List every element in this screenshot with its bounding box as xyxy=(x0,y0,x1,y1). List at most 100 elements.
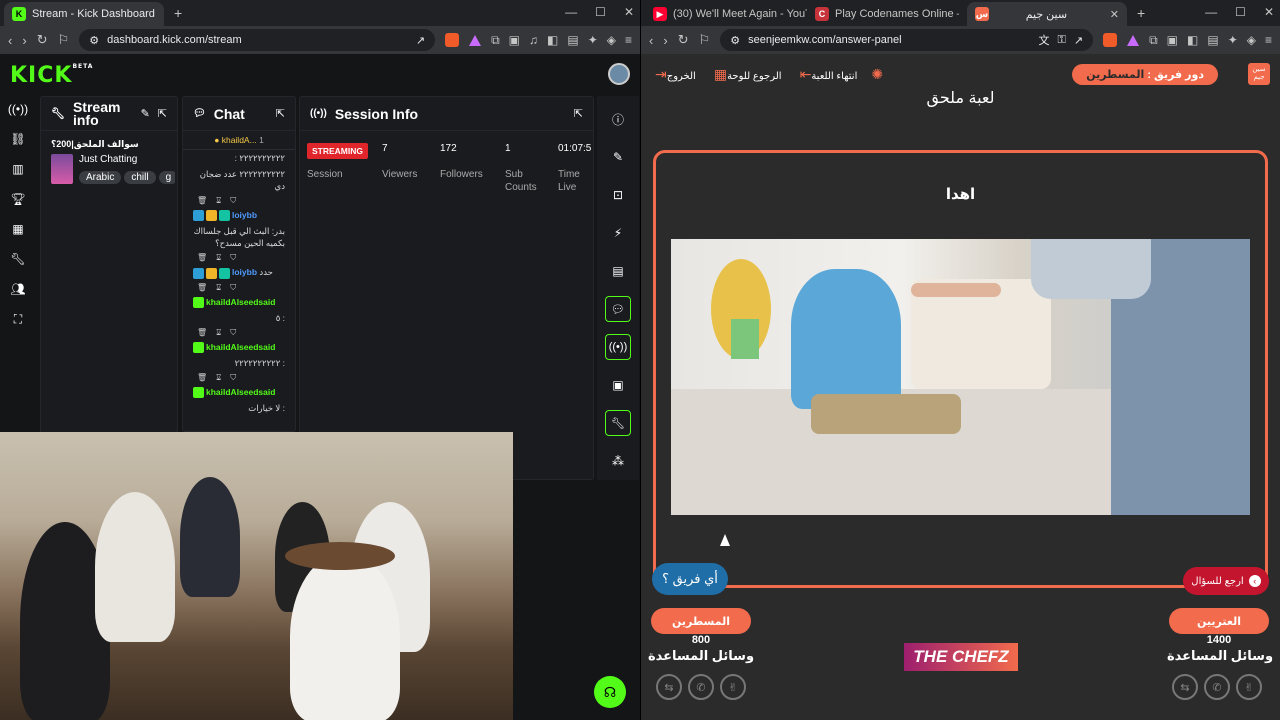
minimize-icon[interactable]: — xyxy=(1205,5,1217,19)
brave-rewards-icon[interactable] xyxy=(1127,34,1140,46)
chat-username[interactable]: khaildAlseedsaid xyxy=(206,387,275,397)
chat-username[interactable]: loiybb xyxy=(232,210,257,220)
end-game-button[interactable]: ⇤انتهاء اللعبة xyxy=(796,66,858,83)
timer-icon[interactable]: ✺ xyxy=(871,66,883,83)
share-icon[interactable]: ↗ xyxy=(1074,34,1083,47)
seenjeem-logo[interactable]: سين جيم xyxy=(1248,63,1270,85)
address-bar[interactable]: ⚙ dashboard.kick.com/stream ↗ xyxy=(79,29,436,51)
tab-seenjeem[interactable]: س سين جيم ✕ xyxy=(967,2,1127,26)
hand-icon[interactable]: ✌ xyxy=(720,674,746,700)
share-icon[interactable]: ↗ xyxy=(416,34,425,47)
link-icon[interactable]: ⛓ xyxy=(10,132,25,146)
close-window-icon[interactable]: ✕ xyxy=(1264,5,1274,19)
reload-icon[interactable]: ↻ xyxy=(678,32,689,48)
timeout-icon[interactable]: ⌛︎ xyxy=(216,253,221,263)
team-b-button[interactable]: العتريين xyxy=(1169,608,1269,634)
media-icon[interactable]: ♫ xyxy=(529,33,538,48)
timeout-icon[interactable]: ⌛︎ xyxy=(216,373,221,383)
back-icon[interactable]: ‹ xyxy=(649,33,653,48)
brave-rewards-icon[interactable] xyxy=(469,34,482,46)
ban-icon[interactable]: ⛉ xyxy=(230,283,236,293)
bookmark-icon[interactable]: ⚐ xyxy=(58,32,70,48)
chat-username[interactable]: khaildAlseedsaid xyxy=(206,342,275,352)
timeout-icon[interactable]: ⌛︎ xyxy=(216,328,221,338)
menu-icon[interactable]: ≡ xyxy=(1265,33,1272,48)
tab-codenames[interactable]: C Play Codenames Online – Free Brows xyxy=(807,2,967,26)
bookmark-icon[interactable]: ⚐ xyxy=(699,32,711,48)
extensions-icon[interactable]: ⧉ xyxy=(1149,33,1158,48)
forward-icon[interactable]: › xyxy=(22,33,26,48)
brave-shields-icon[interactable] xyxy=(1103,33,1118,47)
lightning-icon[interactable]: ⚡︎ xyxy=(605,220,631,246)
ban-icon[interactable]: ⛉ xyxy=(230,373,236,383)
ban-icon[interactable]: ⛉ xyxy=(230,253,236,263)
leo-icon[interactable]: ✦ xyxy=(1228,33,1238,48)
screenshot-icon[interactable]: ▣ xyxy=(1167,33,1178,48)
close-tab-icon[interactable]: ✕ xyxy=(1104,8,1119,21)
close-window-icon[interactable]: ✕ xyxy=(624,5,634,19)
exit-button[interactable]: ⇥الخروج xyxy=(651,66,696,83)
sidebar-icon[interactable]: ◧ xyxy=(547,33,558,48)
pencil-icon[interactable]: ✎ xyxy=(605,144,631,170)
brave-shields-icon[interactable] xyxy=(445,33,460,47)
creator-icon[interactable]: ⛶ xyxy=(14,312,22,327)
edit-icon[interactable]: ✎ xyxy=(141,107,150,120)
site-info-icon[interactable]: ⚙ xyxy=(730,34,740,47)
close-tab-icon[interactable]: ✕ xyxy=(161,8,164,21)
chat-toggle-icon[interactable]: 💬︎ xyxy=(605,296,631,322)
swap-icon[interactable]: ⇆ xyxy=(1172,674,1198,700)
vpn-icon[interactable]: ◈ xyxy=(1247,33,1256,48)
delete-icon[interactable]: 🗑︎ xyxy=(197,253,207,263)
support-headset-icon[interactable]: ☊ xyxy=(594,676,626,708)
wallet-icon[interactable]: ▤ xyxy=(567,33,578,48)
new-tab-button[interactable]: + xyxy=(174,5,182,21)
phone-icon[interactable]: ✆ xyxy=(688,674,714,700)
forward-icon[interactable]: › xyxy=(663,33,667,48)
tab-kick-dashboard[interactable]: K Stream - Kick Dashboard ✕ xyxy=(4,2,164,26)
tag-chip[interactable]: chill xyxy=(124,171,156,184)
extensions-icon[interactable]: ⧉ xyxy=(491,33,500,48)
timeout-icon[interactable]: ⌛︎ xyxy=(216,196,221,206)
kick-logo[interactable]: KICKBETA xyxy=(10,63,93,88)
apps-icon[interactable]: ⁂ xyxy=(605,448,631,474)
session-popout-icon[interactable]: ⇱ xyxy=(574,107,583,120)
translate-icon[interactable]: 文 xyxy=(1038,32,1049,48)
swap-icon[interactable]: ⇆ xyxy=(656,674,682,700)
back-to-board-button[interactable]: ▦الرجوع للوحة xyxy=(710,66,782,83)
minimize-icon[interactable]: — xyxy=(565,5,577,19)
phone-icon[interactable]: ✆ xyxy=(1204,674,1230,700)
delete-icon[interactable]: 🗑︎ xyxy=(197,373,207,383)
broadcast-toggle-icon[interactable]: ((•)) xyxy=(605,334,631,360)
reload-icon[interactable]: ↻ xyxy=(37,32,48,48)
which-team-button[interactable]: أي فريق ؟ xyxy=(652,563,728,595)
key-icon[interactable]: ⚿ xyxy=(1057,34,1065,47)
scene-icon[interactable]: ▣ xyxy=(605,372,631,398)
back-icon[interactable]: ‹ xyxy=(8,33,12,48)
maximize-icon[interactable]: ☐ xyxy=(1235,5,1246,19)
maximize-icon[interactable]: ☐ xyxy=(595,5,606,19)
notes-icon[interactable]: ▤ xyxy=(605,258,631,284)
ban-icon[interactable]: ⛉ xyxy=(230,196,236,206)
community-icon[interactable]: 👥︎ xyxy=(10,282,25,296)
info-icon[interactable]: ⓘ xyxy=(605,106,631,132)
category-name[interactable]: Just Chatting xyxy=(79,154,175,165)
video-icon[interactable]: ▦ xyxy=(12,222,23,236)
chat-popout-icon[interactable]: ⇱ xyxy=(276,107,285,120)
timeout-icon[interactable]: ⌛︎ xyxy=(216,283,221,293)
popout-icon[interactable]: ⇱ xyxy=(158,107,167,120)
delete-icon[interactable]: 🗑︎ xyxy=(197,283,207,293)
sidebar-icon[interactable]: ◧ xyxy=(1187,33,1198,48)
leo-icon[interactable]: ✦ xyxy=(588,33,598,48)
chat-username[interactable]: khaildAlseedsaid xyxy=(206,297,275,307)
team-a-button[interactable]: المسطرين xyxy=(651,608,751,634)
address-bar[interactable]: ⚙ seenjeemkw.com/answer-panel 文 ⚿ ↗ xyxy=(720,29,1094,51)
pinned-bar[interactable]: ● khaildA... 1 xyxy=(183,131,295,150)
stream-icon[interactable]: ((•)) xyxy=(8,102,28,116)
wallet-icon[interactable]: ▤ xyxy=(1207,33,1218,48)
tab-youtube[interactable]: ▶ (30) We'll Meet Again - YouTube xyxy=(645,2,807,26)
wrench-toggle-icon[interactable]: 🔧︎ xyxy=(605,410,631,436)
back-to-question-button[interactable]: ارجع للسؤال ‹ xyxy=(1183,567,1269,595)
tools-icon[interactable]: 🔧︎ xyxy=(10,252,25,266)
delete-icon[interactable]: 🗑︎ xyxy=(197,196,207,206)
tag-chip[interactable]: g xyxy=(158,171,175,184)
